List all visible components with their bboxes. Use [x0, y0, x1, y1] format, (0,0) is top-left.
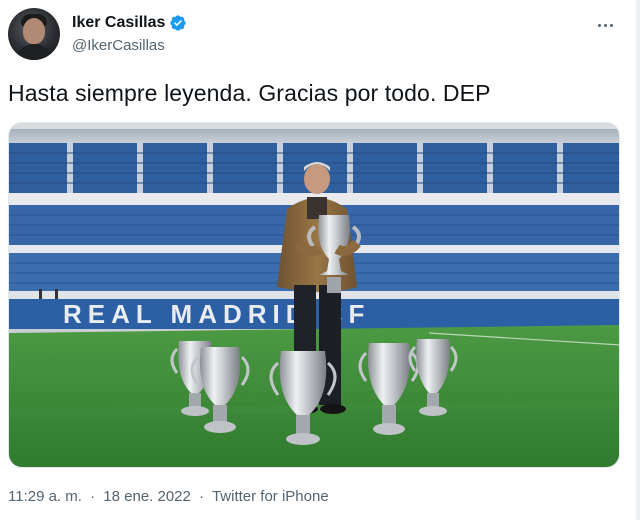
tweet-time[interactable]: 11:29 a. m.: [8, 488, 82, 505]
stadium-photo: REAL MADRID CF: [9, 123, 619, 467]
meta-separator: ·: [90, 488, 96, 505]
tweet-date[interactable]: 18 ene. 2022: [103, 488, 191, 505]
avatar[interactable]: [8, 8, 60, 60]
name-row: Iker Casillas: [72, 14, 187, 32]
tweet-text: Hasta siempre leyenda. Gracias por todo.…: [8, 80, 491, 106]
tweet-header: Iker Casillas @IkerCasillas: [8, 8, 632, 64]
scrollbar-track: [636, 0, 640, 520]
verified-badge-icon: [170, 15, 187, 31]
user-handle[interactable]: @IkerCasillas: [72, 37, 165, 54]
tweet-meta: 11:29 a. m. · 18 ene. 2022 · Twitter for…: [8, 488, 329, 505]
distant-person: [39, 289, 42, 299]
tweet-source[interactable]: Twitter for iPhone: [212, 488, 329, 505]
tweet-photo[interactable]: REAL MADRID CF: [8, 122, 620, 468]
avatar-body: [14, 44, 54, 60]
tweet-card: Iker Casillas @IkerCasillas Hasta siempr…: [0, 0, 640, 520]
display-name[interactable]: Iker Casillas: [72, 14, 165, 32]
meta-separator: ·: [199, 488, 205, 505]
more-options-icon[interactable]: [592, 14, 618, 36]
distant-person: [55, 289, 58, 299]
avatar-face: [23, 18, 45, 44]
